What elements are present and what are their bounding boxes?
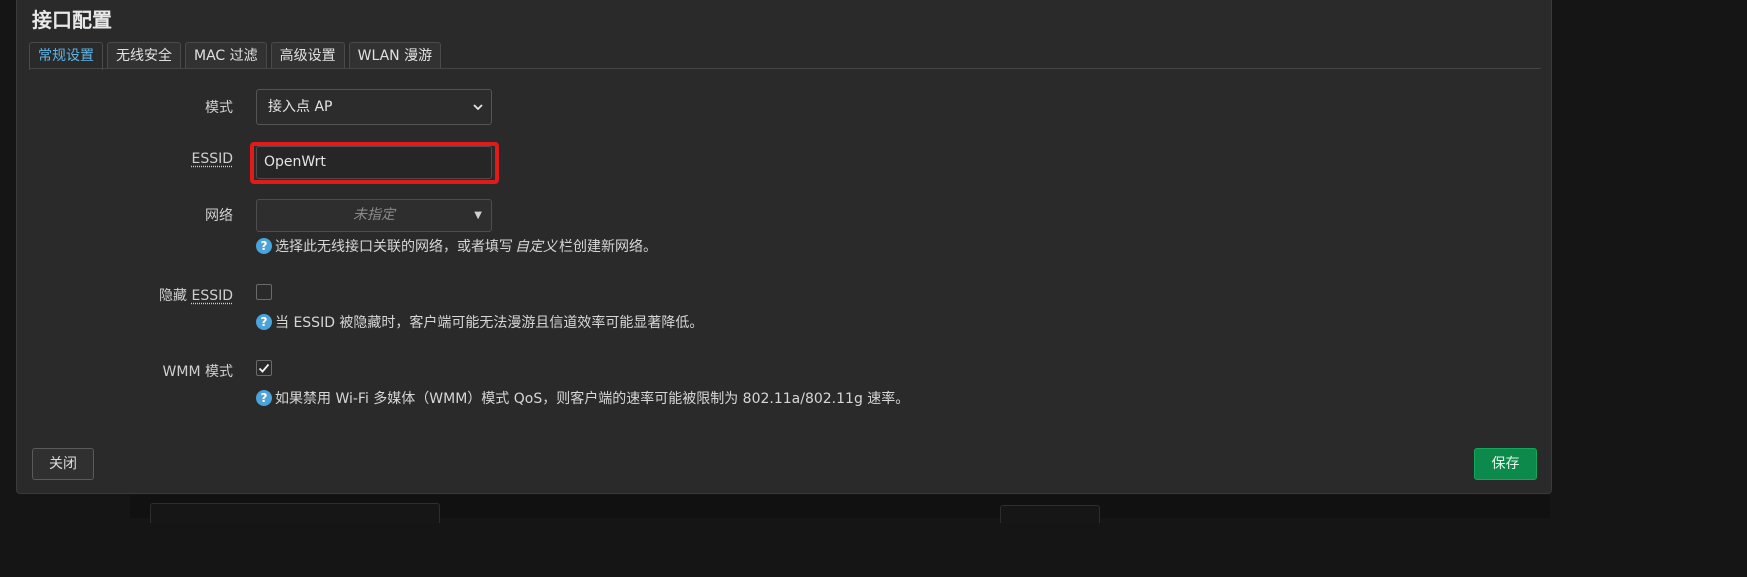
hide-essid-help: ? 当 ESSID 被隐藏时，客户端可能无法漫游且信道效率可能显著降低。 [256,312,703,332]
background-panel [1000,505,1100,523]
network-help-text-end: 栏创建新网络。 [559,239,657,255]
tab-mac-filter[interactable]: MAC 过滤 [185,42,267,69]
wmm-label: WMM 模式 [162,364,233,380]
tab-wireless-security[interactable]: 无线安全 [107,42,181,69]
tab-wlan-roaming[interactable]: WLAN 漫游 [348,42,442,69]
wmm-help-text: 如果禁用 Wi-Fi 多媒体（WMM）模式 QoS，则客户端的速率可能被限制为 … [275,391,910,407]
hide-essid-help-text: 当 ESSID 被隐藏时，客户端可能无法漫游且信道效率可能显著降低。 [275,315,704,331]
mode-select-value: 接入点 AP [268,99,333,115]
network-dropdown-value: 未指定 [353,207,395,223]
essid-input[interactable]: OpenWrt [256,146,492,179]
network-help-emphasis: 自定义 [515,239,557,255]
help-icon: ? [256,390,272,406]
mode-label: 模式 [205,100,233,116]
help-icon: ? [256,314,272,330]
wmm-checkbox[interactable] [256,360,272,376]
network-label: 网络 [205,208,233,224]
hide-essid-checkbox[interactable] [256,284,272,300]
caret-down-icon: ▼ [474,210,482,221]
hide-essid-label: 隐藏 ESSID [159,288,233,304]
background-page [130,495,1550,523]
background-panel [150,503,440,523]
essid-label: ESSID [191,151,233,167]
tab-divider [29,68,1541,69]
help-icon: ? [256,238,272,254]
wmm-help: ? 如果禁用 Wi-Fi 多媒体（WMM）模式 QoS，则客户端的速率可能被限制… [256,388,909,408]
tab-general[interactable]: 常规设置 [29,42,103,70]
modal-title: 接口配置 [32,8,112,32]
mode-select[interactable]: 接入点 AP [256,89,492,125]
interface-config-modal: 接口配置 常规设置 无线安全 MAC 过滤 高级设置 WLAN 漫游 [16,0,1552,494]
close-button[interactable]: 关闭 [32,448,94,480]
chevron-down-icon [473,104,483,111]
network-dropdown[interactable]: 未指定 ▼ [256,199,492,232]
network-help: ? 选择此无线接口关联的网络，或者填写 自定义 栏创建新网络。 [256,236,657,256]
network-help-text: 选择此无线接口关联的网络，或者填写 [275,239,513,255]
tab-advanced[interactable]: 高级设置 [270,42,345,69]
save-button[interactable]: 保存 [1474,448,1537,480]
checkmark-icon [258,363,270,373]
